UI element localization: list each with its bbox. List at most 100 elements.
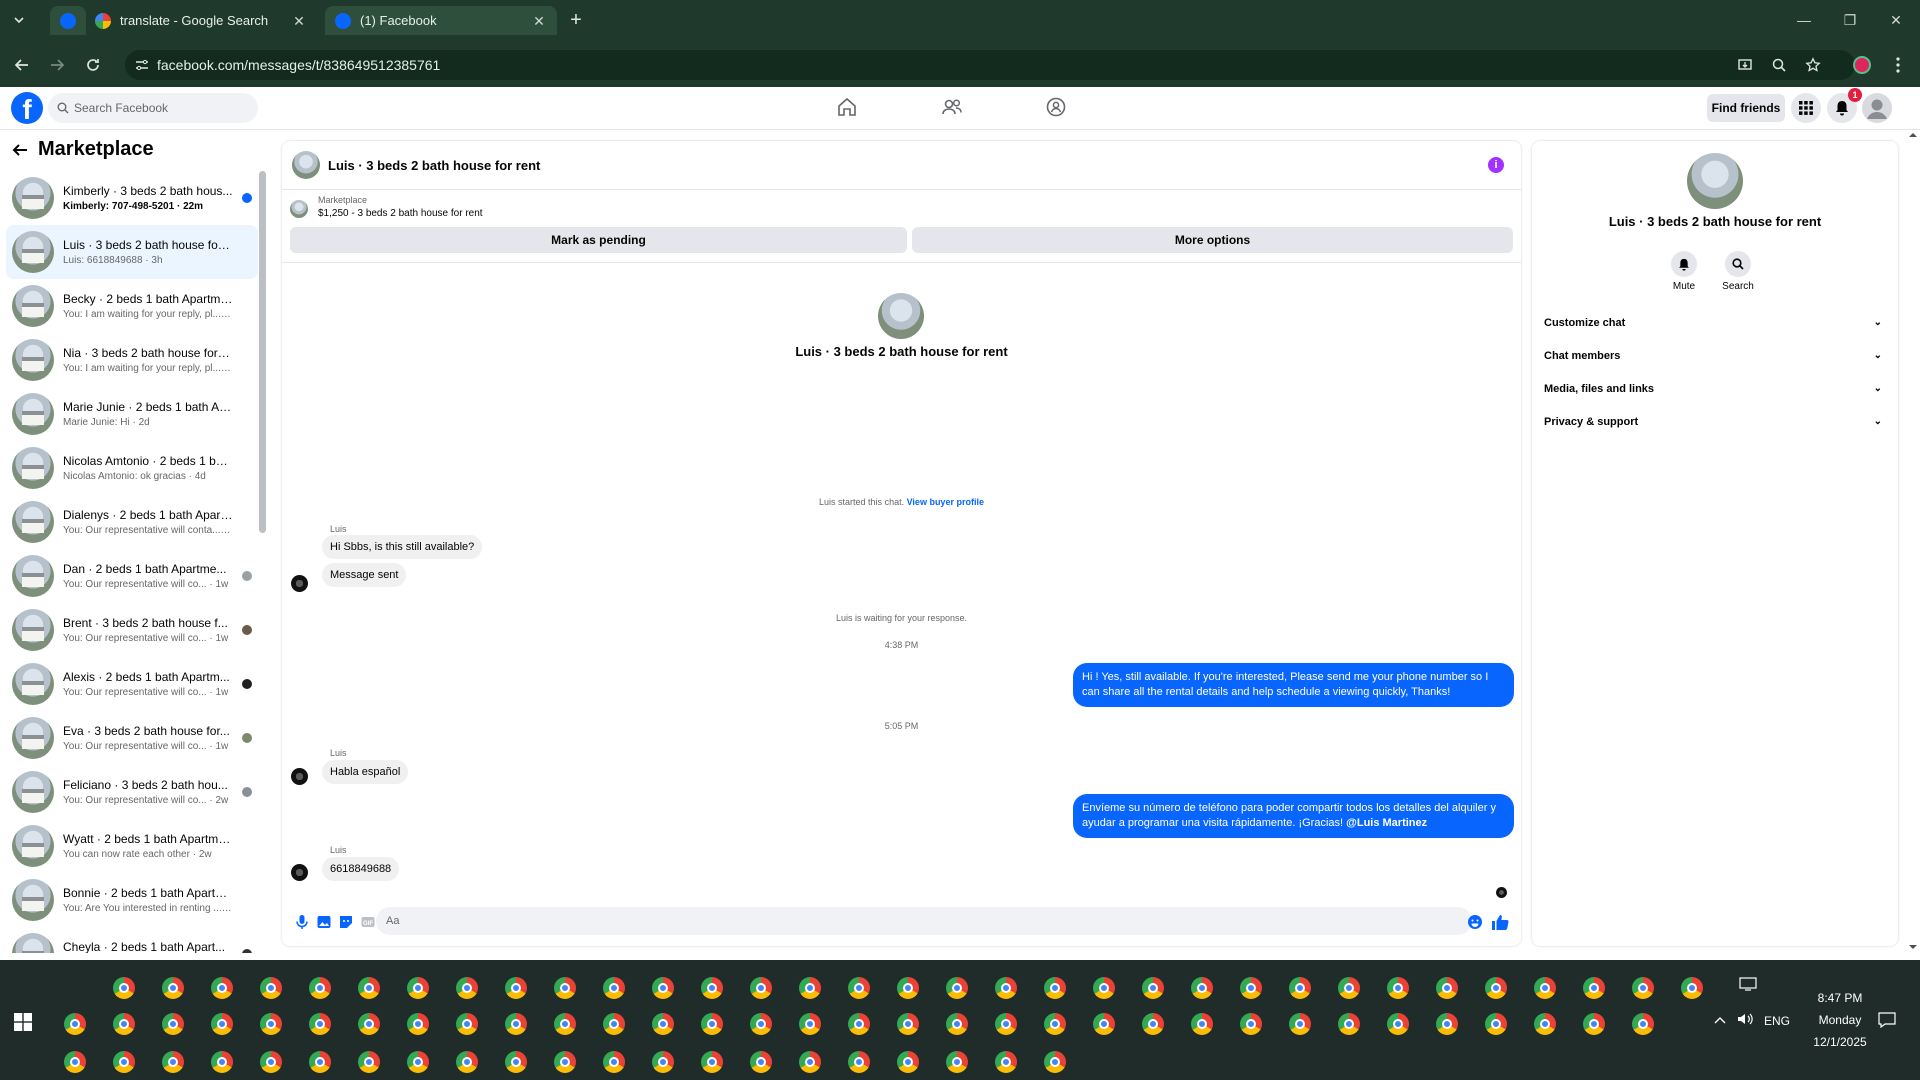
taskbar-app-icon[interactable] — [1240, 977, 1262, 999]
friends-icon[interactable] — [941, 96, 967, 122]
mute-button[interactable]: Mute — [1659, 251, 1709, 292]
outgoing-message[interactable]: Hi ! Yes, still available. If you're int… — [1073, 663, 1514, 707]
taskbar-app-icon[interactable] — [897, 977, 919, 999]
taskbar-app-icon[interactable] — [1338, 1013, 1360, 1035]
sender-avatar[interactable] — [291, 864, 308, 881]
taskbar-app-icon[interactable] — [750, 1013, 772, 1035]
conversation-item[interactable]: Nia · 3 beds 2 bath house for rent You: I… — [6, 333, 258, 387]
taskbar-app-icon[interactable] — [309, 977, 331, 999]
taskbar-app-icon[interactable] — [603, 1013, 625, 1035]
taskbar-app-icon[interactable] — [1436, 977, 1458, 999]
tab-search-dropdown-icon[interactable] — [8, 9, 30, 31]
pinned-tab-facebook[interactable] — [50, 6, 86, 35]
taskbar-app-icon[interactable] — [1436, 1013, 1458, 1035]
restore-icon[interactable]: ❐ — [1827, 8, 1873, 32]
browser-menu-icon[interactable] — [1883, 50, 1913, 80]
taskbar-app-icon[interactable] — [1191, 1013, 1213, 1035]
like-thumbs-up-icon[interactable] — [1491, 913, 1509, 930]
taskbar-app-icon[interactable] — [701, 1051, 723, 1073]
taskbar-app-icon[interactable] — [1583, 1013, 1605, 1035]
taskbar-app-icon[interactable] — [554, 1051, 576, 1073]
groups-icon[interactable] — [1045, 96, 1071, 122]
taskbar-app-icon[interactable] — [652, 1051, 674, 1073]
taskbar-app-icon[interactable] — [799, 1051, 821, 1073]
reload-icon[interactable] — [78, 50, 108, 80]
sidebar-scrollbar[interactable] — [259, 171, 266, 953]
chat-title[interactable]: Luis · 3 beds 2 bath house for rent — [328, 158, 540, 173]
taskbar-app-icon[interactable] — [946, 1051, 968, 1073]
taskbar-app-icon[interactable] — [505, 1013, 527, 1035]
find-friends-button[interactable]: Find friends — [1707, 94, 1785, 122]
customize-chat-row[interactable]: Customize chat ⌄ — [1544, 311, 1888, 335]
taskbar-app-icon[interactable] — [1044, 1013, 1066, 1035]
taskbar-app-icon[interactable] — [995, 977, 1017, 999]
mention[interactable]: @Luis Martinez — [1346, 817, 1427, 829]
taskbar-app-icon[interactable] — [1093, 1013, 1115, 1035]
microphone-icon[interactable] — [294, 914, 310, 930]
taskbar-app-icon[interactable] — [1681, 977, 1703, 999]
taskbar-app-icon[interactable] — [1093, 977, 1115, 999]
action-center-icon[interactable] — [1739, 977, 1757, 991]
taskbar-app-icon[interactable] — [799, 977, 821, 999]
taskbar-app-icon[interactable] — [848, 1051, 870, 1073]
taskbar-app-icon[interactable] — [1044, 977, 1066, 999]
taskbar-app-icon[interactable] — [407, 1013, 429, 1035]
system-clock[interactable]: 8:47 PM Monday 12/1/2025 — [1790, 987, 1890, 1053]
conversation-item[interactable]: Marie Junie · 2 beds 1 bath Apa... Marie … — [6, 387, 258, 441]
taskbar-app-icon[interactable] — [799, 1013, 821, 1035]
windows-start-icon[interactable] — [14, 1013, 34, 1033]
taskbar-app-icon[interactable] — [211, 1013, 233, 1035]
taskbar-app-icon[interactable] — [848, 1013, 870, 1035]
profile-avatar-icon[interactable] — [1847, 50, 1877, 80]
taskbar-app-icon[interactable] — [848, 977, 870, 999]
message-input[interactable]: Aa — [376, 907, 1472, 935]
taskbar-app-icon[interactable] — [603, 977, 625, 999]
taskbar-app-icon[interactable] — [1289, 977, 1311, 999]
taskbar-app-icon[interactable] — [701, 1013, 723, 1035]
forward-icon[interactable] — [42, 50, 72, 80]
taskbar-app-icon[interactable] — [260, 977, 282, 999]
taskbar-app-icon[interactable] — [750, 1051, 772, 1073]
conversation-item[interactable]: Feliciano · 3 beds 2 bath hou... You: Our… — [6, 765, 258, 819]
taskbar-app-icon[interactable] — [1338, 977, 1360, 999]
taskbar-app-icon[interactable] — [1632, 1013, 1654, 1035]
conversation-item[interactable]: Nicolas Amtonio · 2 beds 1 bath... Nicola… — [6, 441, 258, 495]
taskbar-app-icon[interactable] — [897, 1051, 919, 1073]
tab-google-search[interactable]: translate - Google Search ✕ — [85, 6, 317, 35]
chat-members-row[interactable]: Chat members ⌄ — [1544, 344, 1888, 368]
zoom-icon[interactable] — [1771, 57, 1787, 73]
close-tab-icon[interactable]: ✕ — [291, 13, 307, 29]
more-options-button[interactable]: More options — [912, 227, 1513, 253]
taskbar-app-icon[interactable] — [358, 977, 380, 999]
taskbar-app-icon[interactable] — [260, 1051, 282, 1073]
taskbar-app-icon[interactable] — [358, 1051, 380, 1073]
sender-avatar[interactable] — [291, 768, 308, 785]
listing-avatar[interactable] — [292, 151, 320, 179]
taskbar-app-icon[interactable] — [456, 1013, 478, 1035]
taskbar-app-icon[interactable] — [946, 977, 968, 999]
search-in-chat-button[interactable]: Search — [1713, 251, 1763, 292]
taskbar-app-icon[interactable] — [652, 1013, 674, 1035]
taskbar-app-icon[interactable] — [995, 1013, 1017, 1035]
page-scrollbar[interactable] — [1906, 131, 1920, 953]
media-files-links-row[interactable]: Media, files and links ⌄ — [1544, 377, 1888, 401]
conversation-item[interactable]: Dan · 2 beds 1 bath Apartme... You: Our r… — [6, 549, 258, 603]
photo-icon[interactable] — [316, 914, 332, 930]
conversation-item[interactable]: Wyatt · 2 beds 1 bath Apartmen... You can… — [6, 819, 258, 873]
mark-as-pending-button[interactable]: Mark as pending — [290, 227, 907, 253]
taskbar-app-icon[interactable] — [1485, 1013, 1507, 1035]
taskbar-app-icon[interactable] — [358, 1013, 380, 1035]
gif-icon[interactable]: GIF — [360, 914, 376, 930]
taskbar-app-icon[interactable] — [554, 1013, 576, 1035]
taskbar-app-icon[interactable] — [603, 1051, 625, 1073]
taskbar-app-icon[interactable] — [1142, 977, 1164, 999]
sender-avatar[interactable] — [291, 575, 308, 592]
taskbar-app-icon[interactable] — [652, 977, 674, 999]
taskbar-app-icon[interactable] — [1632, 977, 1654, 999]
facebook-search-input[interactable]: Search Facebook — [48, 93, 258, 123]
show-hidden-icons-chevron-up-icon[interactable] — [1714, 1015, 1726, 1025]
taskbar-app-icon[interactable] — [64, 1051, 86, 1073]
conversation-item[interactable]: Becky · 2 beds 1 bath Apartmen... You: I … — [6, 279, 258, 333]
account-avatar[interactable] — [1862, 93, 1892, 123]
outgoing-message[interactable]: Envíeme su número de teléfono para poder… — [1073, 794, 1514, 838]
